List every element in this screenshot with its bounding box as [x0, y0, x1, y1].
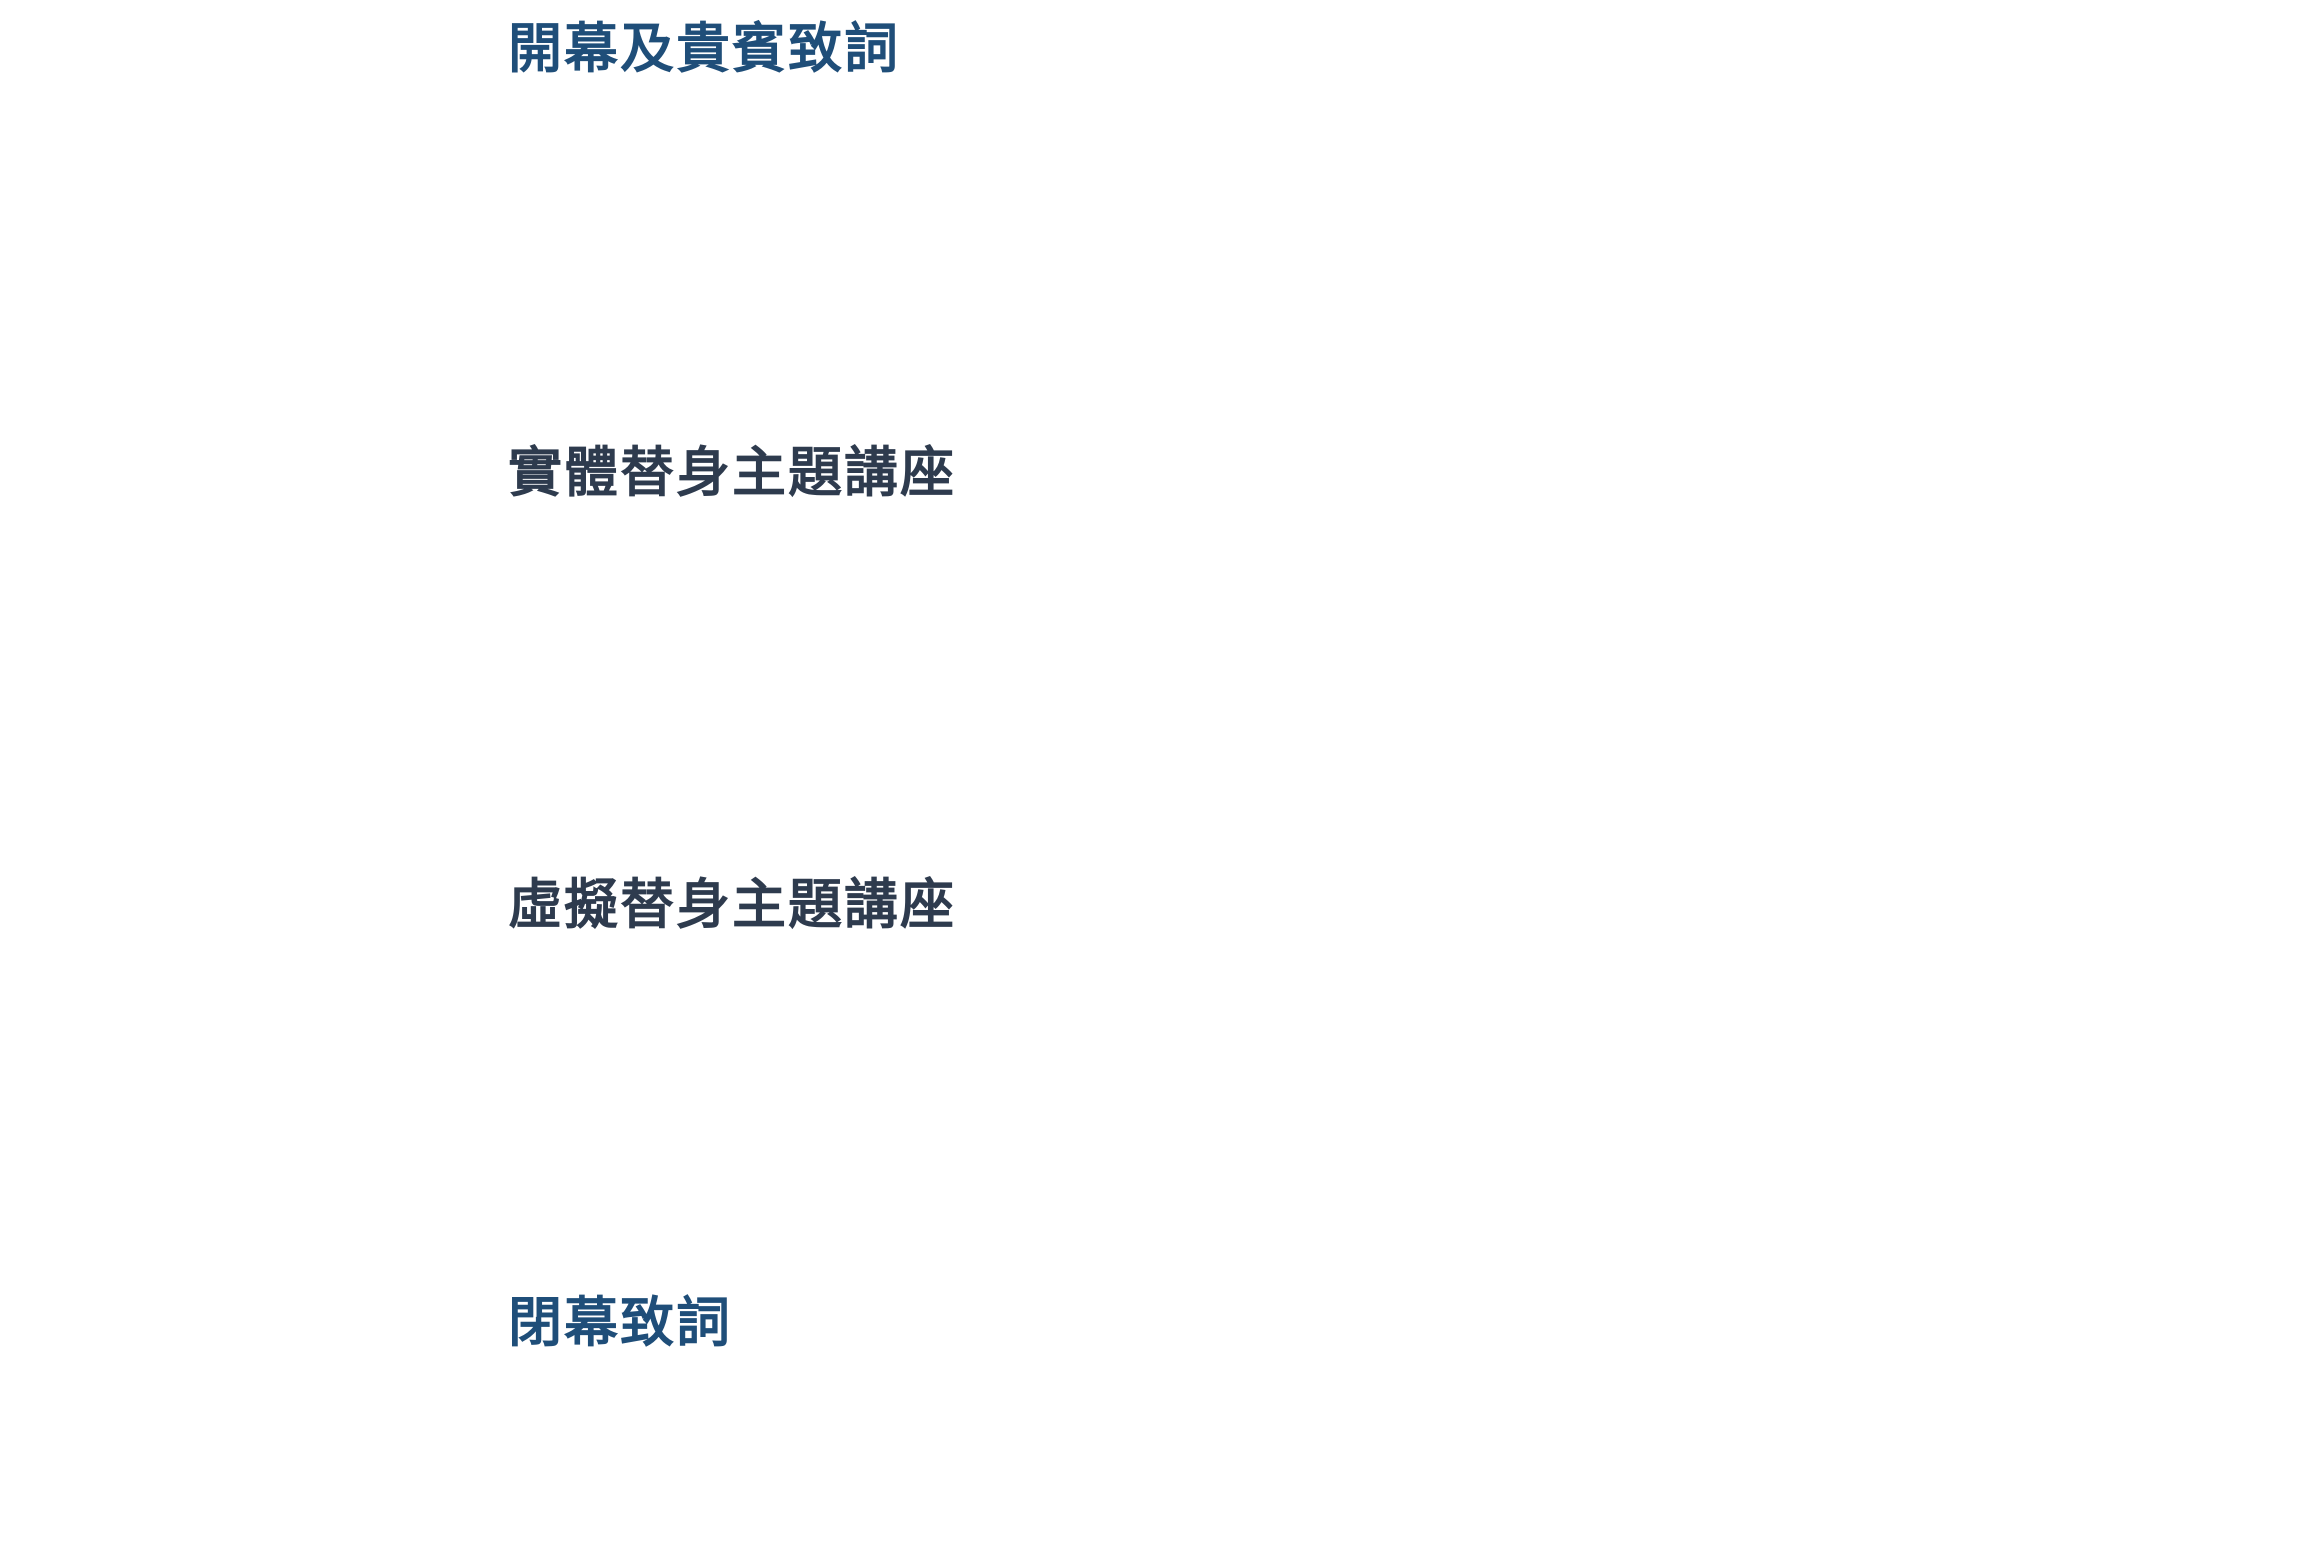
section-heading-opening-remarks: 開幕及貴賓致詞 [508, 17, 900, 80]
agenda-page: 開幕及貴賓致詞 實體替身主題講座 虛擬替身主題講座 閉幕致詞 [0, 0, 2305, 1551]
section-heading-closing-remarks: 閉幕致詞 [508, 1291, 732, 1354]
section-heading-virtual-avatar-lectures: 虛擬替身主題講座 [508, 873, 956, 936]
section-heading-physical-avatar-lectures: 實體替身主題講座 [508, 441, 956, 504]
